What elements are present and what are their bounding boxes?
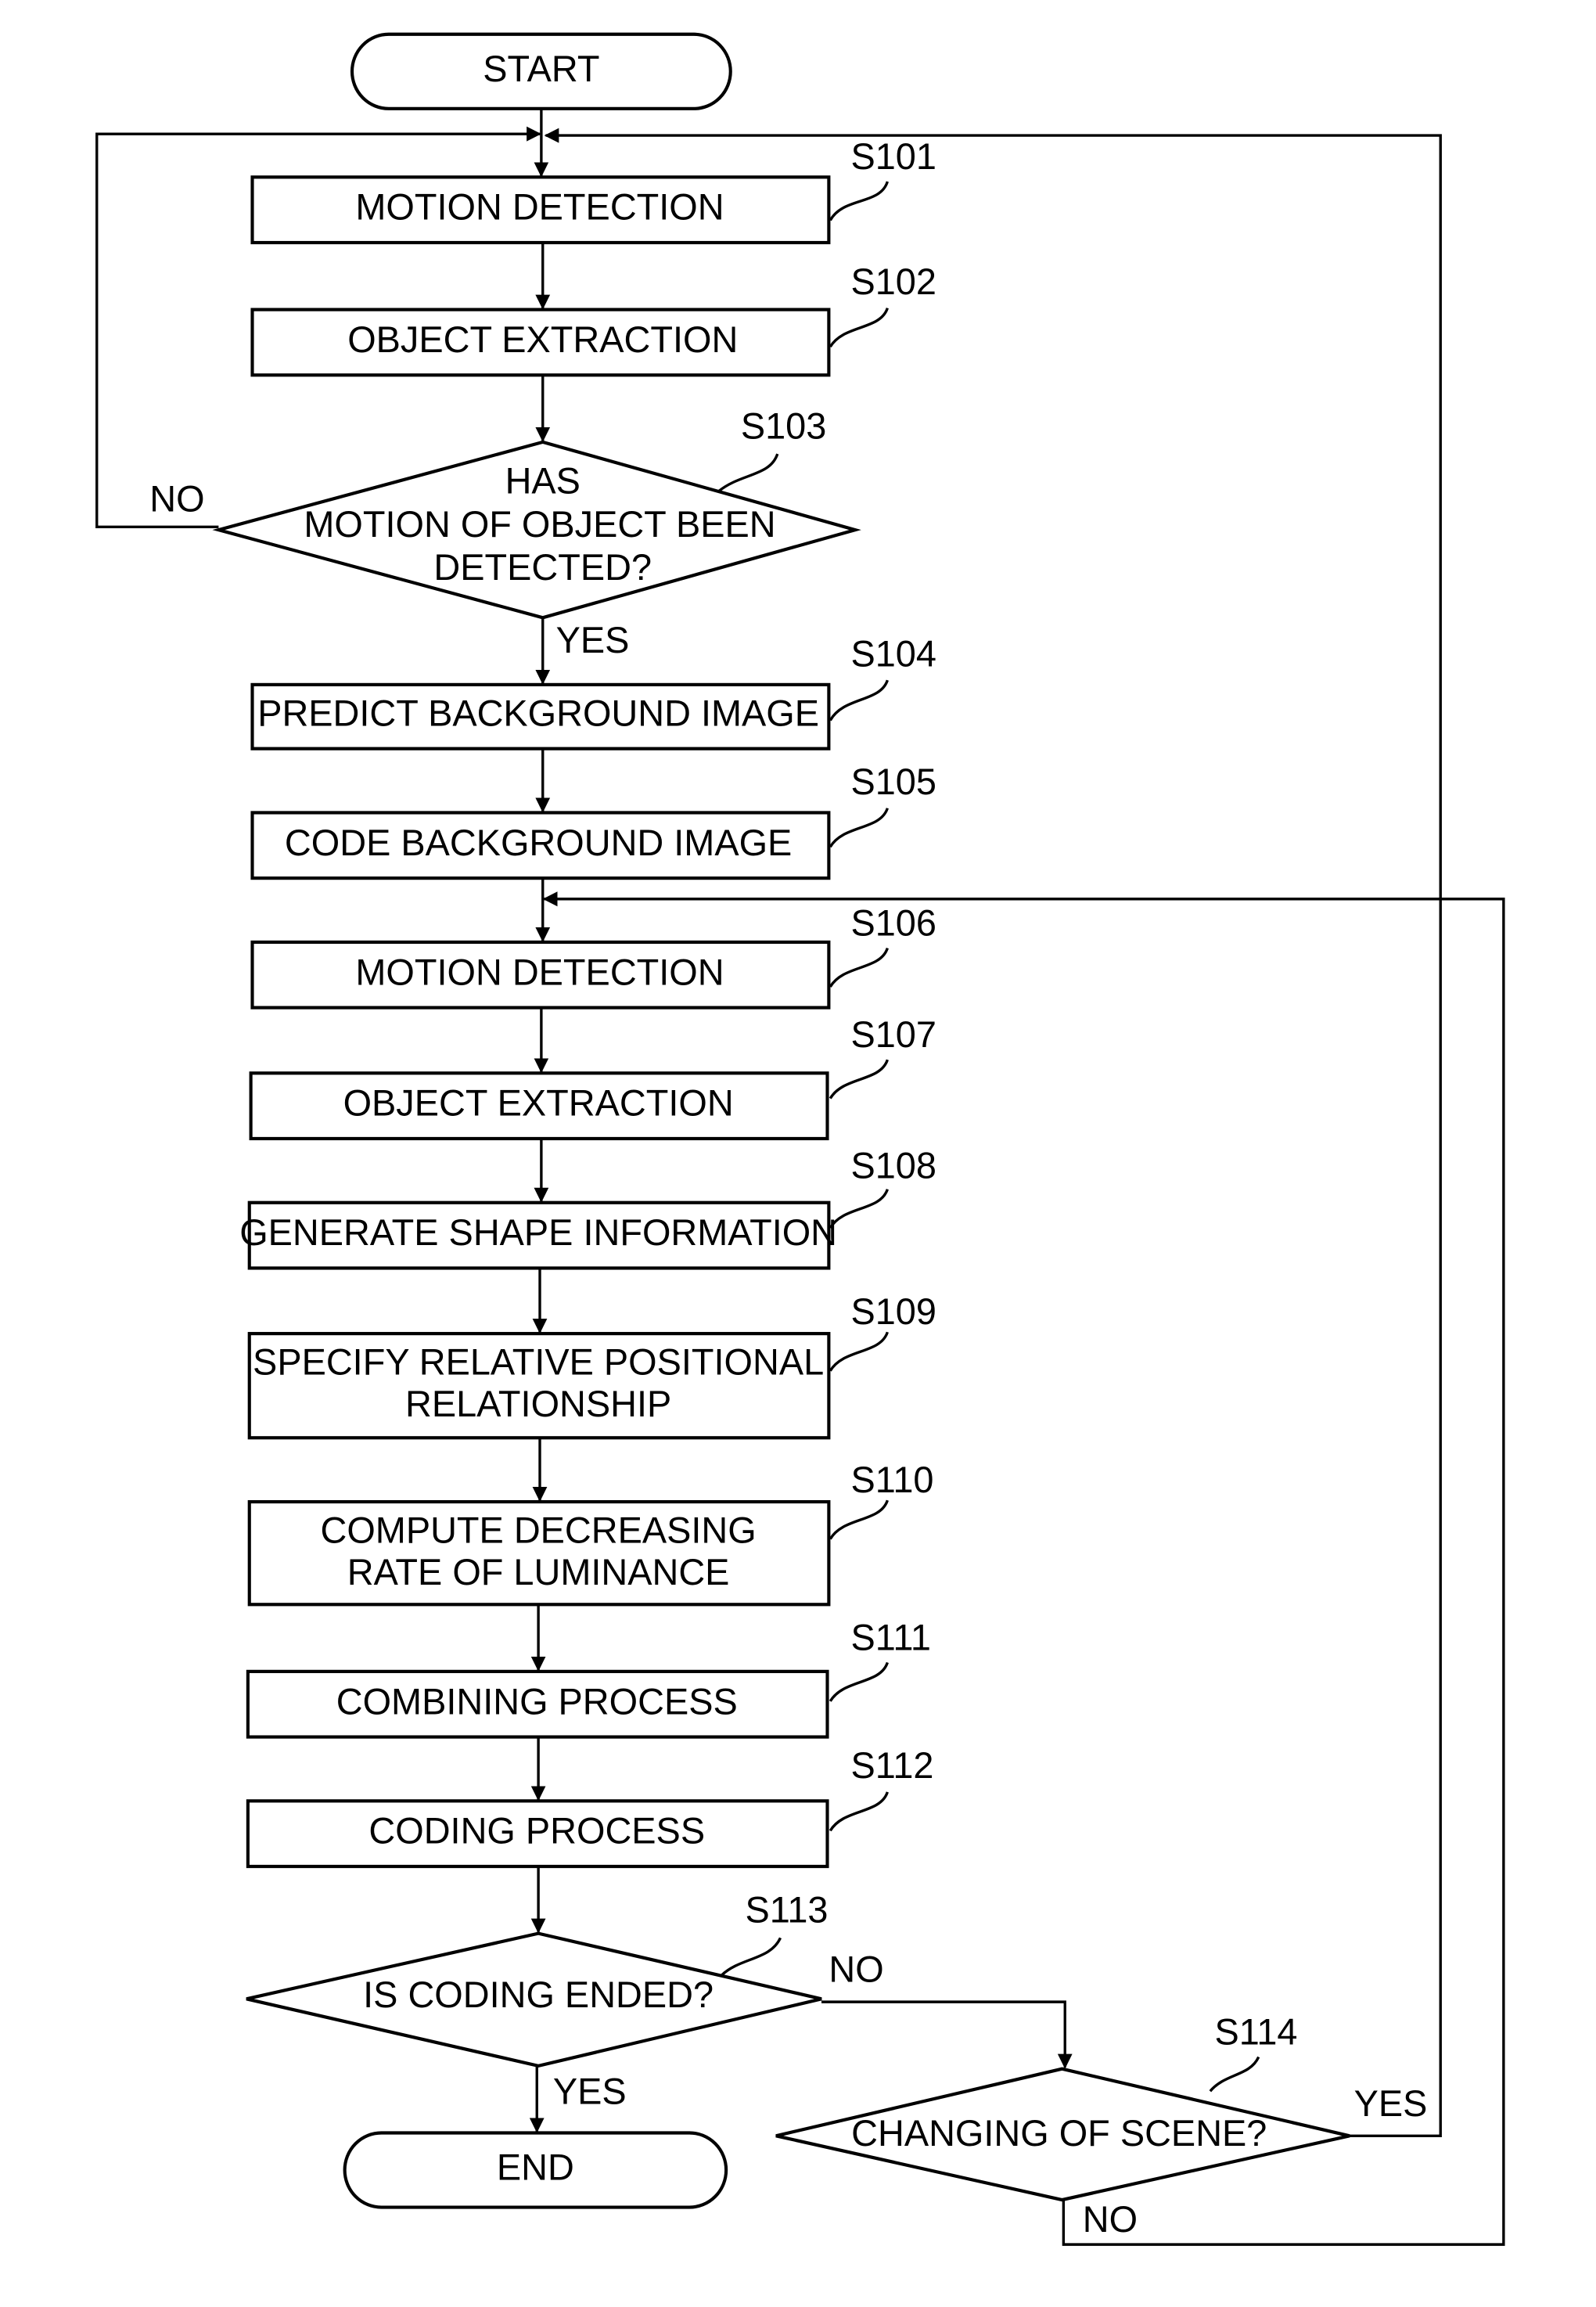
step-s107-label: OBJECT EXTRACTION xyxy=(343,1082,734,1124)
decision-s103-line2: MOTION OF OBJECT BEEN xyxy=(304,504,775,545)
ref-s111: S111 xyxy=(851,1617,931,1658)
step-s110-label-line1: COMPUTE DECREASING xyxy=(321,1510,757,1551)
ref-s114: S114 xyxy=(1215,2011,1298,2053)
ref-s107: S107 xyxy=(851,1014,936,1056)
ref-s102: S102 xyxy=(851,261,936,303)
step-s109-label-line2: RELATIONSHIP xyxy=(405,1384,671,1425)
step-s104-label: PREDICT BACKGROUND IMAGE xyxy=(257,693,819,734)
decision-s103: HAS MOTION OF OBJECT BEEN DETECTED? xyxy=(212,440,861,620)
step-s108: GENERATE SHAPE INFORMATION xyxy=(239,1200,837,1270)
branch-s113-yes: YES xyxy=(553,2071,627,2112)
branch-s103-yes: YES xyxy=(556,620,630,661)
flowchart: START END MOTION DETECTION OBJECT EXTRAC… xyxy=(95,32,1505,2246)
decision-s114-label: CHANGING OF SCENE? xyxy=(851,2113,1267,2154)
ref-s106: S106 xyxy=(851,902,936,944)
decision-s113-label: IS CODING ENDED? xyxy=(363,1974,714,2016)
step-s108-label: GENERATE SHAPE INFORMATION xyxy=(239,1212,837,1254)
ref-s108: S108 xyxy=(851,1145,936,1186)
decision-s103-line3: DETECTED? xyxy=(433,547,652,588)
step-s101: MOTION DETECTION xyxy=(250,175,831,245)
step-s105: CODE BACKGROUND IMAGE xyxy=(250,811,831,880)
step-s101-label: MOTION DETECTION xyxy=(355,186,724,228)
step-s109: SPECIFY RELATIVE POSITIONAL RELATIONSHIP xyxy=(247,1332,831,1440)
ref-s104: S104 xyxy=(851,633,936,675)
step-s104: PREDICT BACKGROUND IMAGE xyxy=(250,682,831,750)
branch-s114-no: NO xyxy=(1083,2199,1138,2240)
step-s106: MOTION DETECTION xyxy=(250,940,831,1010)
ref-s101: S101 xyxy=(851,136,936,178)
ref-s113: S113 xyxy=(746,1889,829,1931)
decision-s114: CHANGING OF SCENE? xyxy=(775,2067,1350,2202)
step-s109-label-line1: SPECIFY RELATIVE POSITIONAL xyxy=(253,1341,824,1383)
step-s110-label-line2: RATE OF LUMINANCE xyxy=(347,1552,730,1593)
end-terminal: END xyxy=(343,2131,728,2209)
branch-s103-no: NO xyxy=(149,478,204,520)
step-s111: COMBINING PROCESS xyxy=(246,1669,829,1739)
step-s102-label: OBJECT EXTRACTION xyxy=(347,319,738,361)
ref-s110: S110 xyxy=(851,1459,934,1501)
end-label: END xyxy=(497,2147,574,2188)
step-s112: CODING PROCESS xyxy=(246,1799,829,1869)
ref-s112: S112 xyxy=(851,1745,934,1787)
step-s107: OBJECT EXTRACTION xyxy=(249,1071,829,1141)
start-terminal: START xyxy=(350,32,732,110)
step-s102: OBJECT EXTRACTION xyxy=(250,308,831,377)
branch-s113-no: NO xyxy=(829,1949,883,1990)
step-s110: COMPUTE DECREASING RATE OF LUMINANCE xyxy=(247,1499,831,1607)
ref-s103: S103 xyxy=(741,405,826,447)
decision-s103-line1: HAS xyxy=(505,460,581,502)
step-s105-label: CODE BACKGROUND IMAGE xyxy=(285,822,792,864)
step-s106-label: MOTION DETECTION xyxy=(355,952,724,993)
step-s112-label: CODING PROCESS xyxy=(368,1810,705,1852)
branch-s114-yes: YES xyxy=(1354,2082,1428,2124)
start-label: START xyxy=(483,49,599,90)
step-s111-label: COMBINING PROCESS xyxy=(336,1681,738,1722)
ref-s109: S109 xyxy=(851,1291,936,1333)
decision-s113: IS CODING ENDED? xyxy=(246,1931,822,2068)
ref-s105: S105 xyxy=(851,761,936,803)
arrow-s113-no-s114 xyxy=(821,2000,1073,2069)
